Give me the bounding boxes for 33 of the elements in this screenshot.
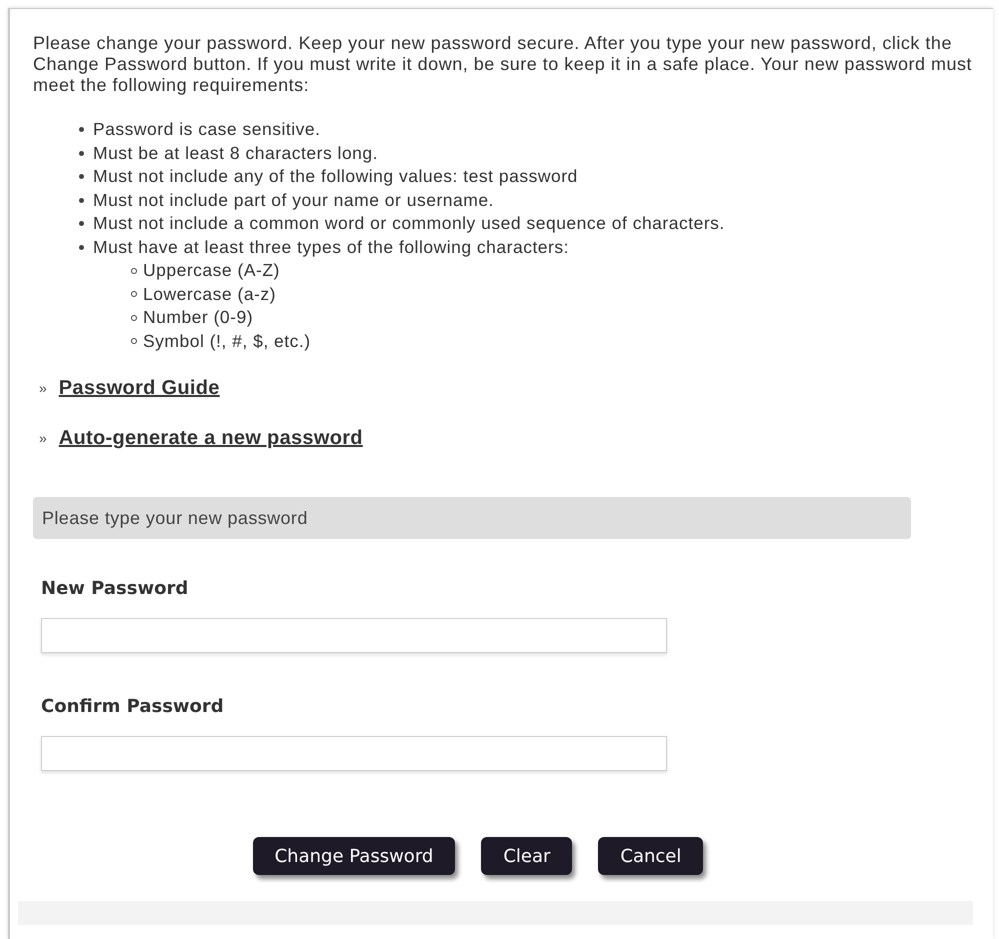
password-field[interactable] (41, 736, 667, 771)
requirement-text: Must be at least 8 characters long. (93, 142, 378, 165)
bullet-icon (131, 291, 137, 298)
password-field[interactable] (41, 618, 667, 653)
requirement-text: Must have at least three types of the following characters: (93, 236, 569, 259)
action-button[interactable]: Change Password (252, 837, 456, 875)
bullet-icon (79, 221, 84, 226)
requirement-text: Must not include a common word or commonly used sequence of characters. (93, 212, 725, 235)
requirement-text: Number (0-9) (143, 306, 254, 329)
bullet-icon (131, 338, 137, 344)
field-label: Confirm Password (41, 695, 225, 719)
bullet-icon (131, 314, 137, 321)
link[interactable]: Auto-generate a new password (58, 423, 363, 453)
requirement-text: Lowercase (a-z) (143, 282, 276, 306)
bullet-icon (79, 198, 84, 203)
chevron-marker: » (39, 428, 47, 448)
field-label: New Password (41, 577, 190, 601)
bullet-icon (79, 244, 84, 250)
bullet-icon (79, 127, 84, 132)
intro-paragraph: Please change your password. Keep your new password secure. After you type your new password, click the Change Password button. If you must write it down, be sure to keep it in a safe place. Your new password must meet the following requirements: (33, 33, 973, 96)
requirement-text: Must not include any of the following values: test password (93, 165, 578, 188)
requirement-text: Uppercase (A-Z) (143, 259, 280, 282)
requirement-text: Must not include part of your name or username. (93, 188, 494, 212)
section-header: Please type your new password (33, 497, 911, 539)
action-button[interactable]: Clear (481, 837, 572, 875)
bullet-icon (79, 150, 84, 156)
link[interactable]: Password Guide (58, 373, 220, 403)
chevron-marker: » (39, 378, 47, 398)
bullet-icon (131, 268, 137, 274)
bullet-icon (79, 174, 84, 180)
requirement-text: Password is case sensitive. (93, 118, 320, 141)
action-button[interactable]: Cancel (598, 837, 704, 875)
requirement-text: Symbol (!, #, $, etc.) (143, 330, 311, 353)
